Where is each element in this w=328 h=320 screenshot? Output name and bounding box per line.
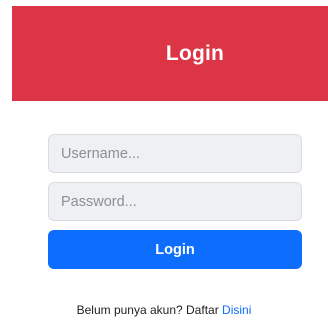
register-link[interactable]: Disini [222,303,251,317]
password-input[interactable] [48,182,302,221]
login-button[interactable]: Login [48,230,302,269]
login-header: Login [12,6,328,101]
register-text: Belum punya akun? Daftar [76,303,219,317]
username-input[interactable] [48,134,302,173]
page-title: Login [165,41,225,65]
register-prompt: Belum punya akun? Daftar Disini [0,303,328,317]
